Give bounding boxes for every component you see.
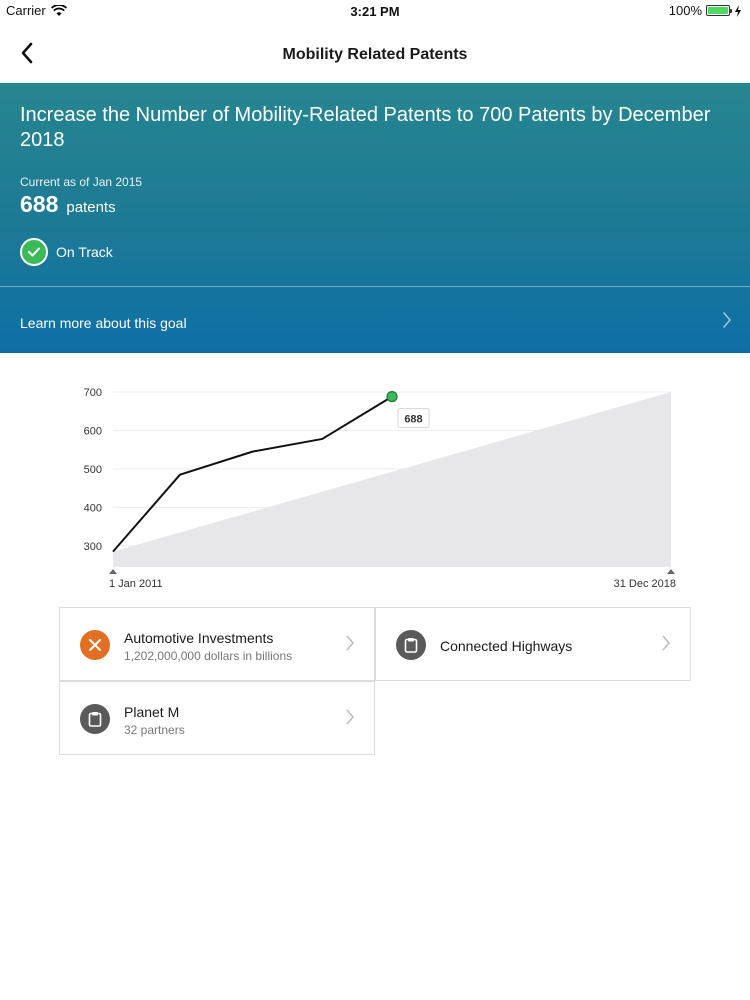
status-bar: Carrier 3:21 PM 100% [0,0,750,22]
card-title: Automotive Investments [124,630,274,646]
status-label: On Track [56,244,113,260]
clipboard-icon [80,704,110,734]
card-title: Connected Highways [440,638,573,654]
current-unit: patents [66,199,116,216]
y-tick-label: 500 [84,464,102,476]
learn-more-link[interactable]: Learn more about this goal [0,287,750,353]
clipboard-icon [396,630,426,660]
card-automotive-investments[interactable]: Automotive Investments 1,202,000,000 dol… [59,607,375,681]
navigation-bar: Mobility Related Patents [0,22,750,82]
y-tick-label: 600 [84,425,102,437]
y-tick-label: 400 [84,502,102,514]
chevron-right-icon [346,635,354,651]
data-point [386,391,398,403]
check-circle-icon [20,238,48,266]
card-title: Planet M [124,704,180,720]
charging-icon [735,4,741,17]
value-label: 688 [404,414,422,426]
battery-icon [706,5,732,16]
status-indicator: On Track [20,238,113,266]
x-icon [80,630,110,660]
page-title: Mobility Related Patents [282,46,468,63]
learn-more-label: Learn more about this goal [20,315,187,331]
target-band [113,392,671,567]
y-tick-label: 700 [84,387,102,399]
card-planet-m[interactable]: Planet M 32 partners [59,681,375,755]
y-tick-label: 300 [84,541,102,553]
goal-title: Increase the Number of Mobility-Related … [20,104,711,151]
x-tick-label-end: 31 Dec 2018 [614,578,676,590]
chevron-right-icon [346,709,354,725]
current-value: 688 [20,191,59,217]
progress-chart: 700 600 500 400 300 688 1 Jan 2011 31 Dec 2018 [0,375,750,595]
status-time: 3:21 PM [350,4,400,19]
chevron-right-icon [662,635,670,651]
x-end-marker [667,569,675,574]
battery-percent: 100% [668,3,702,18]
x-start-marker [109,569,117,574]
card-subtitle: 1,202,000,000 dollars in billions [124,649,293,663]
goal-header: Increase the Number of Mobility-Related … [0,83,750,353]
chart-svg: 700 600 500 400 300 688 1 Jan 2011 31 Dec 2018 [84,387,676,590]
card-subtitle: 32 partners [124,723,185,737]
status-right: 100% [669,3,742,18]
card-connected-highways[interactable]: Connected Highways [375,607,691,681]
current-as-of: Current as of Jan 2015 [20,175,143,189]
x-tick-label-start: 1 Jan 2011 [109,578,163,590]
current-value-row: 688 patents [20,191,116,218]
chevron-right-icon [723,312,732,328]
